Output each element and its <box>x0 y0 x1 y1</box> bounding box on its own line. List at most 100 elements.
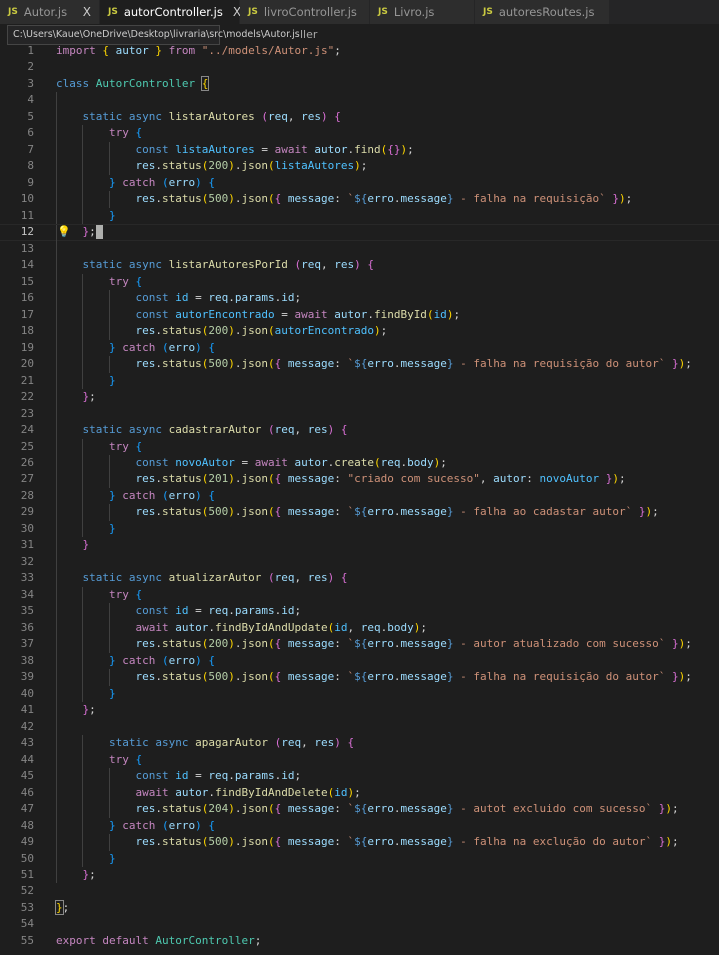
code-text: }; <box>56 702 96 718</box>
code-line[interactable]: 35 const id = req.params.id; <box>0 603 719 620</box>
code-line[interactable]: 29 res.status(500).json({ message: `${er… <box>0 504 719 521</box>
code-line[interactable]: 20 res.status(500).json({ message: `${er… <box>0 356 719 373</box>
code-line[interactable]: 6 try { <box>0 125 719 142</box>
code-line[interactable]: 24 static async cadastrarAutor (req, res… <box>0 422 719 439</box>
code-line[interactable]: 18 res.status(200).json(autorEncontrado)… <box>0 323 719 340</box>
code-line[interactable]: 4 <box>0 92 719 109</box>
code-line[interactable]: 40 } <box>0 685 719 703</box>
code-line[interactable]: 50 } <box>0 850 719 867</box>
close-icon[interactable]: X <box>73 5 91 19</box>
code-line[interactable]: 12 }; 💡 <box>0 224 719 242</box>
tab-autorcontroller-js[interactable]: JS autorController.js X <box>100 0 241 24</box>
code-token: ( <box>267 472 275 486</box>
code-token: , <box>294 423 308 437</box>
code-line[interactable]: 13 <box>0 240 719 258</box>
code-line[interactable]: 39 res.status(500).json({ message: `${er… <box>0 669 719 686</box>
code-line[interactable]: 55 export default AutorController; <box>0 933 719 949</box>
code-token: . <box>155 670 162 684</box>
code-line[interactable]: 52 <box>0 883 719 899</box>
code-token: - autot excluido com sucesso` <box>453 802 653 816</box>
code-line[interactable]: 2 <box>0 59 719 75</box>
code-line[interactable]: 7 const listaAutores = await autor.find(… <box>0 141 719 159</box>
code-text: } <box>56 521 116 537</box>
code-token: json <box>241 637 268 651</box>
code-line[interactable]: 26 const novoAutor = await autor.create(… <box>0 455 719 472</box>
close-icon[interactable]: X <box>223 5 241 19</box>
code-text: } <box>56 686 116 702</box>
code-text: } catch (erro) { <box>56 653 215 669</box>
code-token: async <box>128 258 162 272</box>
lightbulb-icon[interactable]: 💡 <box>57 225 71 240</box>
code-token: message <box>287 357 335 371</box>
code-line[interactable]: 37 res.status(200).json({ message: `${er… <box>0 636 719 653</box>
code-line[interactable]: 36 await autor.findByIdAndUpdate(id, req… <box>0 619 719 637</box>
tab-livrocontroller-js[interactable]: JS livroController.js <box>240 0 370 24</box>
code-token: ( <box>267 505 275 519</box>
code-line[interactable]: 5 static async listarAutores (req, res) … <box>0 108 719 126</box>
code-line[interactable]: 34 try { <box>0 586 719 604</box>
code-line[interactable]: 17 const autorEncontrado = await autor.f… <box>0 306 719 324</box>
code-line[interactable]: 42 <box>0 718 719 736</box>
code-line[interactable]: 31 } <box>0 537 719 554</box>
code-line[interactable]: 48 } catch (erro) { <box>0 817 719 835</box>
code-line[interactable]: 44 try { <box>0 751 719 769</box>
code-line[interactable]: 10 res.status(500).json({ message: `${er… <box>0 191 719 208</box>
code-line[interactable]: 3 class AutorController { <box>0 75 719 92</box>
code-line[interactable]: 8 res.status(200).json(listaAutores); <box>0 158 719 175</box>
code-line[interactable]: 14 static async listarAutoresPorId (req,… <box>0 257 719 274</box>
code-line[interactable]: 25 try { <box>0 438 719 455</box>
code-token: autor <box>314 142 348 156</box>
code-line[interactable]: 51 }; <box>0 867 719 884</box>
code-line[interactable]: 47 res.status(204).json({ message: `${er… <box>0 801 719 818</box>
line-number: 13 <box>20 241 34 255</box>
code-line[interactable]: 9 } catch (erro) { <box>0 174 719 192</box>
tab-autoresroutes-js[interactable]: JS autoresRoutes.js <box>475 0 610 24</box>
code-line[interactable]: 43 static async apagarAutor (req, res) { <box>0 735 719 752</box>
code-token: message <box>287 637 335 651</box>
code-token: { <box>208 653 215 667</box>
code-line[interactable]: 53}; <box>0 899 719 916</box>
tab-livro-js[interactable]: JS Livro.js <box>370 0 475 24</box>
breadcrumb-item[interactable]: ller <box>300 28 317 41</box>
code-line[interactable]: 38 } catch (erro) { <box>0 652 719 670</box>
code-line[interactable]: 41 }; <box>0 702 719 719</box>
code-line[interactable]: 33 static async atualizarAutor (req, res… <box>0 570 719 587</box>
code-token: find <box>354 142 381 156</box>
code-line[interactable]: 21 } <box>0 372 719 390</box>
code-line[interactable]: 49 res.status(500).json({ message: `${er… <box>0 834 719 851</box>
line-number: 45 <box>20 769 34 783</box>
code-line[interactable]: 27 res.status(201).json({ message: "cria… <box>0 471 719 488</box>
code-line[interactable]: 23 <box>0 405 719 423</box>
code-line[interactable]: 19 } catch (erro) { <box>0 339 719 357</box>
code-line[interactable]: 22 }; <box>0 389 719 406</box>
code-line[interactable]: 1 import { autor } from "../models/Autor.… <box>0 43 719 59</box>
code-line[interactable]: 11 } <box>0 207 719 225</box>
code-token: status <box>161 192 202 206</box>
code-token: ; <box>407 142 414 156</box>
line-number: 22 <box>20 390 34 404</box>
code-text: static async listarAutores (req, res) { <box>56 109 341 125</box>
code-editor[interactable]: 1 import { autor } from "../models/Autor.… <box>0 43 719 955</box>
code-line[interactable]: 32 <box>0 553 719 571</box>
tab-autor-js[interactable]: JS Autor.js X <box>0 0 100 24</box>
code-token: async <box>155 736 189 750</box>
code-line[interactable]: 30 } <box>0 520 719 538</box>
code-line[interactable]: 46 await autor.findByIdAndDelete(id); <box>0 784 719 802</box>
code-line[interactable]: 15 try { <box>0 273 719 291</box>
code-token: : <box>334 802 348 816</box>
code-line[interactable]: 16 const id = req.params.id; <box>0 290 719 307</box>
code-line[interactable]: 28 } catch (erro) { <box>0 487 719 505</box>
code-token: res <box>135 472 156 486</box>
code-token: ( <box>267 670 275 684</box>
code-line[interactable]: 54 <box>0 916 719 932</box>
code-line[interactable]: 45 const id = req.params.id; <box>0 768 719 785</box>
